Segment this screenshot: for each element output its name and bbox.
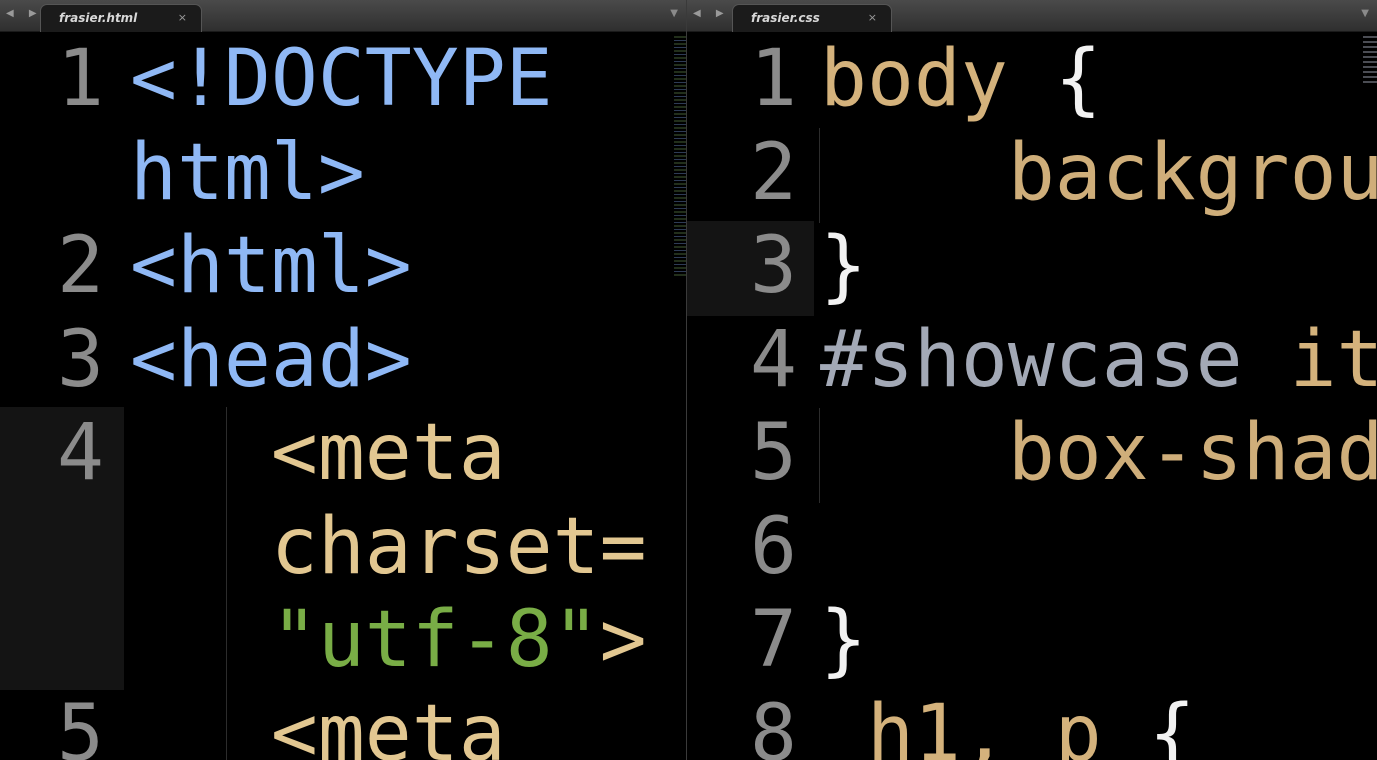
code-text[interactable]: } [820,594,867,687]
code-text[interactable]: charset= [130,501,647,594]
code-text[interactable]: } [820,220,867,313]
line-number: 5 [57,688,104,760]
tab-label: frasier.css [751,11,820,25]
code-line[interactable]: 3 <head> [0,314,686,407]
tab-bar: ◀ ▶ frasier.html × ▼ [0,0,686,32]
code-token: > [599,595,647,685]
line-number: 4 [57,408,104,498]
code-token: <meta [130,688,506,760]
line-number: 4 [750,314,797,405]
code-line[interactable]: 7} [687,594,1377,687]
code-line[interactable]: 6 [687,501,1377,594]
line-number: 3 [750,221,797,311]
tab-frasier-html[interactable]: frasier.html × [40,4,202,32]
code-line[interactable]: 5 box-shad [687,407,1377,500]
tab-label: frasier.html [59,11,138,25]
code-line[interactable]: 3} [687,220,1377,313]
line-number: 5 [750,408,797,498]
tab-dropdown-icon[interactable]: ▼ [1361,8,1369,19]
code-token: <meta [130,408,506,498]
code-token: { [1148,688,1196,760]
code-editor[interactable]: 1 <!DOCTYPE html> 2 <html> 3 <head> 4 <meta cha… [0,33,686,760]
code-line[interactable]: 1 <!DOCTYPE [0,33,686,126]
code-text[interactable]: body { [820,33,1102,126]
code-text[interactable]: "utf-8"> [130,594,647,687]
code-token: #showcase [820,314,1243,405]
code-line[interactable]: 1 body { [687,33,1377,126]
tab-nav-arrows-icon[interactable]: ◀ ▶ [693,8,730,19]
line-number: 7 [750,595,797,685]
code-line[interactable]: html> [0,127,686,220]
code-token: box-shad [820,408,1377,498]
code-text[interactable]: <head> [130,314,412,407]
code-text[interactable]: h1, p { [820,688,1196,760]
code-token: <head> [130,314,412,405]
code-line[interactable]: 2 <html> [0,220,686,313]
code-token: } [820,221,867,311]
code-token: body [820,34,1008,124]
code-line[interactable]: 4 #showcase it [687,314,1377,407]
code-token: it [1242,314,1377,405]
tab-bar: ◀ ▶ frasier.css × ▼ [687,0,1377,32]
tab-dropdown-icon[interactable]: ▼ [670,8,678,19]
code-text[interactable]: <html> [130,220,412,313]
code-line[interactable]: "utf-8"> [0,594,686,687]
line-number: 1 [57,34,104,124]
line-number: 1 [750,34,797,124]
tab-frasier-css[interactable]: frasier.css × [732,4,892,32]
code-editor[interactable]: 1 body {2 backgrou 3} 4 #showcase it 5 box-sh… [687,33,1377,760]
code-token: <html> [130,221,412,311]
code-text[interactable]: html> [130,127,365,220]
close-icon[interactable]: × [868,11,877,24]
code-token: "utf-8" [270,595,600,685]
code-token: } [820,595,867,685]
minimap[interactable] [674,36,686,276]
editor-pane-html[interactable]: ◀ ▶ frasier.html × ▼ 1 <!DOCTYPE html> 2 <ht… [0,0,686,760]
line-number: 2 [750,127,797,218]
code-token: <!DOCTYPE [130,34,553,124]
tab-nav-arrows-icon[interactable]: ◀ ▶ [6,8,43,19]
code-text[interactable]: backgrou [820,127,1377,220]
code-line[interactable]: charset= [0,501,686,594]
code-line[interactable]: 5 <meta [0,688,686,760]
editor-pane-css[interactable]: ◀ ▶ frasier.css × ▼ 1 body {2 backgrou 3} 4… [687,0,1377,760]
code-text[interactable]: #showcase it [820,314,1377,407]
code-text[interactable]: <!DOCTYPE [130,33,553,126]
line-number: 6 [750,501,797,592]
code-text[interactable]: box-shad [820,407,1377,500]
code-text[interactable]: <meta [130,688,506,760]
minimap[interactable] [1363,36,1377,86]
line-number: 2 [57,221,104,311]
code-line[interactable]: 2 backgrou [687,127,1377,220]
code-token: { [1007,34,1102,124]
code-token: backgrou [820,127,1377,218]
code-token: html> [130,127,365,218]
code-line[interactable]: 8 h1, p { [687,688,1377,760]
line-number: 8 [750,688,797,760]
line-number: 3 [57,314,104,405]
code-text[interactable]: <meta [130,407,506,500]
close-icon[interactable]: × [178,11,187,24]
code-token: h1, p [820,688,1149,760]
code-token: charset= [130,501,647,592]
code-line[interactable]: 4 <meta [0,407,686,500]
